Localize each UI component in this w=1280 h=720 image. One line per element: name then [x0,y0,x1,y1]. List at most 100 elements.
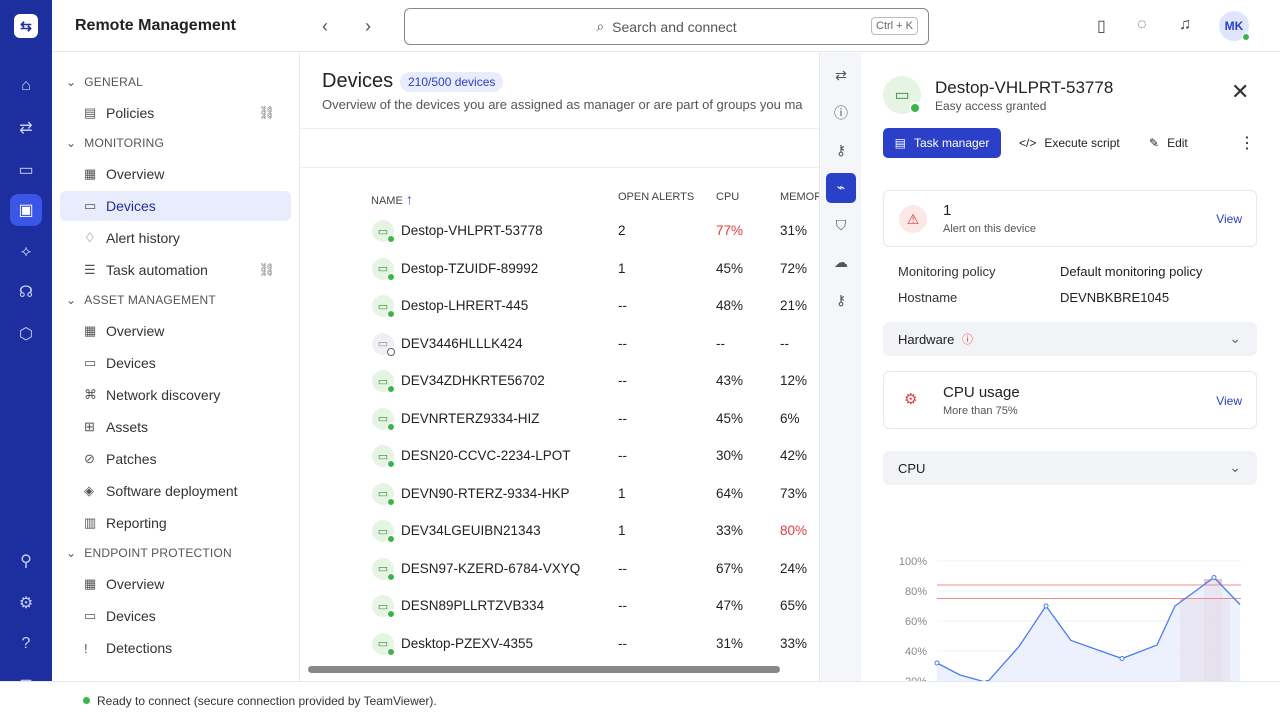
link-icon[interactable]: ⛓ [258,262,275,278]
device-name[interactable]: DEVNRTERZ9334-HIZ [401,411,540,426]
key-icon[interactable]: ⚷ [826,135,856,165]
device-count-badge: 210/500 devices [400,72,504,92]
view-cpu-link[interactable]: View [1216,394,1242,408]
sidebar-item-detections[interactable]: ! Detections [60,633,291,663]
view-alert-link[interactable]: View [1216,212,1242,226]
integrations-icon[interactable]: ⟡ [10,236,42,268]
section-header[interactable]: ⌄ ENDPOINT PROTECTION [66,546,232,560]
device-name[interactable]: DEV34LGEUIBN21343 [401,523,541,538]
table-row[interactable]: ▭ Destop-VHLPRT-53778 2 77% 31% [300,213,820,250]
online-indicator [387,535,395,543]
transfer-icon[interactable]: ⇄ [826,60,856,90]
sidebar-item-label: Assets [106,419,149,435]
settings-icon[interactable]: ⚙ [10,587,42,619]
column-memory[interactable]: MEMOR [780,191,820,203]
section-header[interactable]: ⌄ ASSET MANAGEMENT [66,293,216,307]
device-name[interactable]: Destop-VHLPRT-53778 [401,223,543,238]
online-indicator [909,102,921,114]
column-open-alerts[interactable]: OPEN ALERTS [618,191,694,203]
policy-value: Default monitoring policy [1060,264,1203,279]
table-row[interactable]: ▭ DESN89PLLRTZVB334 -- 47% 65% [300,588,820,625]
close-icon[interactable]: ✕ [1231,79,1249,105]
edit-button[interactable]: ✎ Edit [1149,136,1188,150]
online-indicator [387,235,395,243]
hardware-accordion[interactable]: Hardware ⓘ ⌄ [883,322,1257,356]
sidebar-item-task-automation[interactable]: ☰ Task automation ⛓ [60,255,291,285]
sidebar-item-alert-history[interactable]: ♢ Alert history [60,223,291,253]
chat-icon[interactable]: ◌ [1137,16,1147,34]
device-name[interactable]: DESN89PLLRTZVB334 [401,598,544,613]
table-row[interactable]: ▭ Desktop-PZEXV-4355 -- 31% 33% [300,626,820,663]
sidebar-item-reporting[interactable]: ▥ Reporting [60,508,291,538]
sidebar-item-devices[interactable]: ▭ Devices [60,601,291,631]
sidebar-item-devices[interactable]: ▭ Devices [60,191,291,221]
sidebar-item-overview[interactable]: ▦ Overview [60,569,291,599]
alert-card: ⚠ 1 Alert on this device View [883,190,1257,247]
cloud-icon[interactable]: ☁ [826,248,856,278]
contacts-icon[interactable]: ⚲ [10,545,42,577]
sidebar-item-devices[interactable]: ▭ Devices [60,348,291,378]
table-row[interactable]: ▭ DEV34LGEUIBN21343 1 33% 80% [300,513,820,550]
cpu-accordion[interactable]: CPU ⌄ [883,451,1257,485]
help-icon[interactable]: ? [10,628,42,660]
devices-icon[interactable]: ▭ [10,154,42,186]
chevron-down-icon: ⌄ [1229,459,1241,475]
forward-icon[interactable]: › [365,16,371,37]
sidebar-item-overview[interactable]: ▦ Overview [60,316,291,346]
sidebar-item-patches[interactable]: ⊘ Patches [60,444,291,474]
table-row[interactable]: ▭ DESN97-KZERD-6784-VXYQ -- 67% 24% [300,551,820,588]
sidebar-item-label: Overview [106,576,165,592]
teamviewer-logo[interactable]: ⇆ [14,14,38,38]
device-name[interactable]: DEV3446HLLLK424 [401,336,523,351]
info-icon[interactable]: ⓘ [826,98,856,128]
device-name[interactable]: DEV34ZDHKRTE56702 [401,373,545,388]
execute-script-button[interactable]: </> Execute script [1019,136,1120,150]
table-row[interactable]: ▭ DESN20-CCVC-2234-LPOT -- 30% 42% [300,438,820,475]
support-icon[interactable]: ☊ [10,276,42,308]
table-row[interactable]: ▭ DEVN90-RTERZ-9334-HKP 1 64% 73% [300,476,820,513]
back-icon[interactable]: ‹ [322,16,328,37]
search-input[interactable]: ⌕ Search and connect Ctrl + K [404,8,929,45]
device-name[interactable]: DEVN90-RTERZ-9334-HKP [401,486,570,501]
wrench-icon[interactable]: ⚷ [826,285,856,315]
device-name[interactable]: DESN20-CCVC-2234-LPOT [401,448,571,463]
link-icon[interactable]: ⛓ [258,105,275,121]
overview-icon: ▦ [84,323,97,338]
connections-icon[interactable]: ⇄ [10,112,42,144]
task-manager-button[interactable]: ▤ Task manager [883,128,1001,158]
security-icon[interactable]: ⬡ [10,318,42,350]
device-name[interactable]: Destop-LHRERT-445 [401,298,528,313]
column-cpu[interactable]: CPU [716,191,739,203]
remote-management-icon[interactable]: ▣ [10,194,42,226]
open-alerts: -- [618,410,627,426]
monitoring-icon[interactable]: ⌁ [826,172,856,203]
bell-icon[interactable]: ♫ [1179,16,1191,34]
table-row[interactable]: ▭ Destop-LHRERT-445 -- 48% 21% [300,288,820,325]
table-row[interactable]: ▭ DEV34ZDHKRTE56702 -- 43% 12% [300,363,820,400]
table-row[interactable]: ▭ Destop-TZUIDF-89992 1 45% 72% [300,251,820,288]
shield-icon[interactable]: ⛉ [826,210,856,240]
section-header[interactable]: ⌄ GENERAL [66,75,143,89]
device-status-icon: ▭ [372,595,395,618]
horizontal-scrollbar[interactable] [308,666,780,673]
more-options-icon[interactable]: ⋮ [1239,133,1255,153]
sidebar-item-network-discovery[interactable]: ⌘ Network discovery [60,380,291,410]
table-row[interactable]: ▭ DEV3446HLLLK424 -- -- -- [300,326,820,363]
device-name[interactable]: DESN97-KZERD-6784-VXYQ [401,561,580,576]
sidebar-item-software-deployment[interactable]: ◈ Software deployment [60,476,291,506]
avatar[interactable]: MK [1219,11,1250,41]
sidebar-item-overview[interactable]: ▦ Overview [60,159,291,189]
sidebar-item-policies[interactable]: ▤ Policies ⛓ [60,98,291,128]
device-name[interactable]: Destop-TZUIDF-89992 [401,261,538,276]
device-name[interactable]: Desktop-PZEXV-4355 [401,636,533,651]
online-indicator [387,572,395,581]
sidebar-item-assets[interactable]: ⊞ Assets [60,412,291,442]
section-header[interactable]: ⌄ MONITORING [66,136,164,150]
sort-asc-icon[interactable]: ↑ [406,191,413,207]
column-name[interactable]: NAME ↑ [371,191,413,207]
table-row[interactable]: ▭ DEVNRTERZ9334-HIZ -- 45% 6% [300,401,820,438]
open-alerts: -- [618,598,627,613]
device-status-icon: ▭ [372,482,395,506]
home-icon[interactable]: ⌂ [10,70,42,102]
contacts-icon[interactable]: ▯ [1097,16,1106,36]
